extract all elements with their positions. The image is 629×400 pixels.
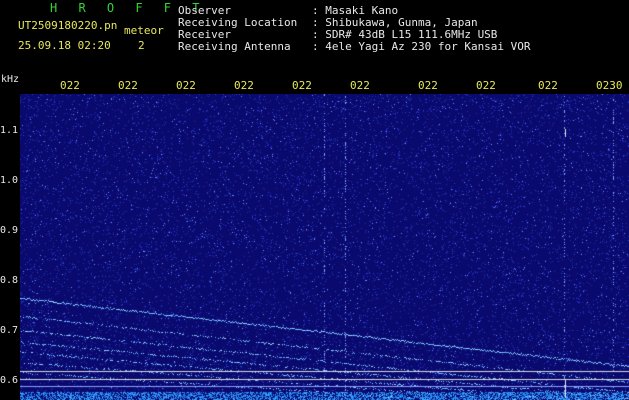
x-tick: 022 (292, 79, 312, 92)
x-tick: 022 (176, 79, 196, 92)
antenna-label: Receiving Antenna (178, 40, 291, 53)
filename: UT2509180220.pn (18, 19, 118, 32)
y-tick: 0.7 (0, 325, 19, 336)
x-tick: 022 (418, 79, 438, 92)
y-tick: 0.9 (0, 225, 19, 236)
header-panel: H R O F F T UT2509180220.pn meteor 25.09… (0, 0, 629, 74)
y-tick: 1.1 (0, 125, 19, 136)
x-tick: 022 (476, 79, 496, 92)
page-number: 2 (138, 39, 145, 52)
y-unit-label: kHz (1, 74, 20, 85)
x-tick: 0230 (596, 79, 623, 92)
x-tick: 022 (234, 79, 254, 92)
y-tick: 1.0 (0, 175, 19, 186)
datetime: 25.09.18 02:20 (18, 39, 111, 52)
spectrogram-canvas (20, 94, 629, 400)
x-tick: 022 (60, 79, 80, 92)
frequency-axis: 1.1 1.0 0.9 0.8 0.7 0.6 (0, 94, 20, 400)
x-tick: 022 (538, 79, 558, 92)
mode-label: meteor (124, 24, 164, 37)
x-tick: 022 (118, 79, 138, 92)
y-tick: 0.8 (0, 275, 19, 286)
time-axis: kHz 022 022 022 022 022 022 022 022 022 … (0, 74, 629, 94)
x-tick: 022 (350, 79, 370, 92)
antenna-value: : 4ele Yagi Az 230 for Kansai VOR (312, 40, 531, 53)
y-tick: 0.6 (0, 375, 19, 386)
